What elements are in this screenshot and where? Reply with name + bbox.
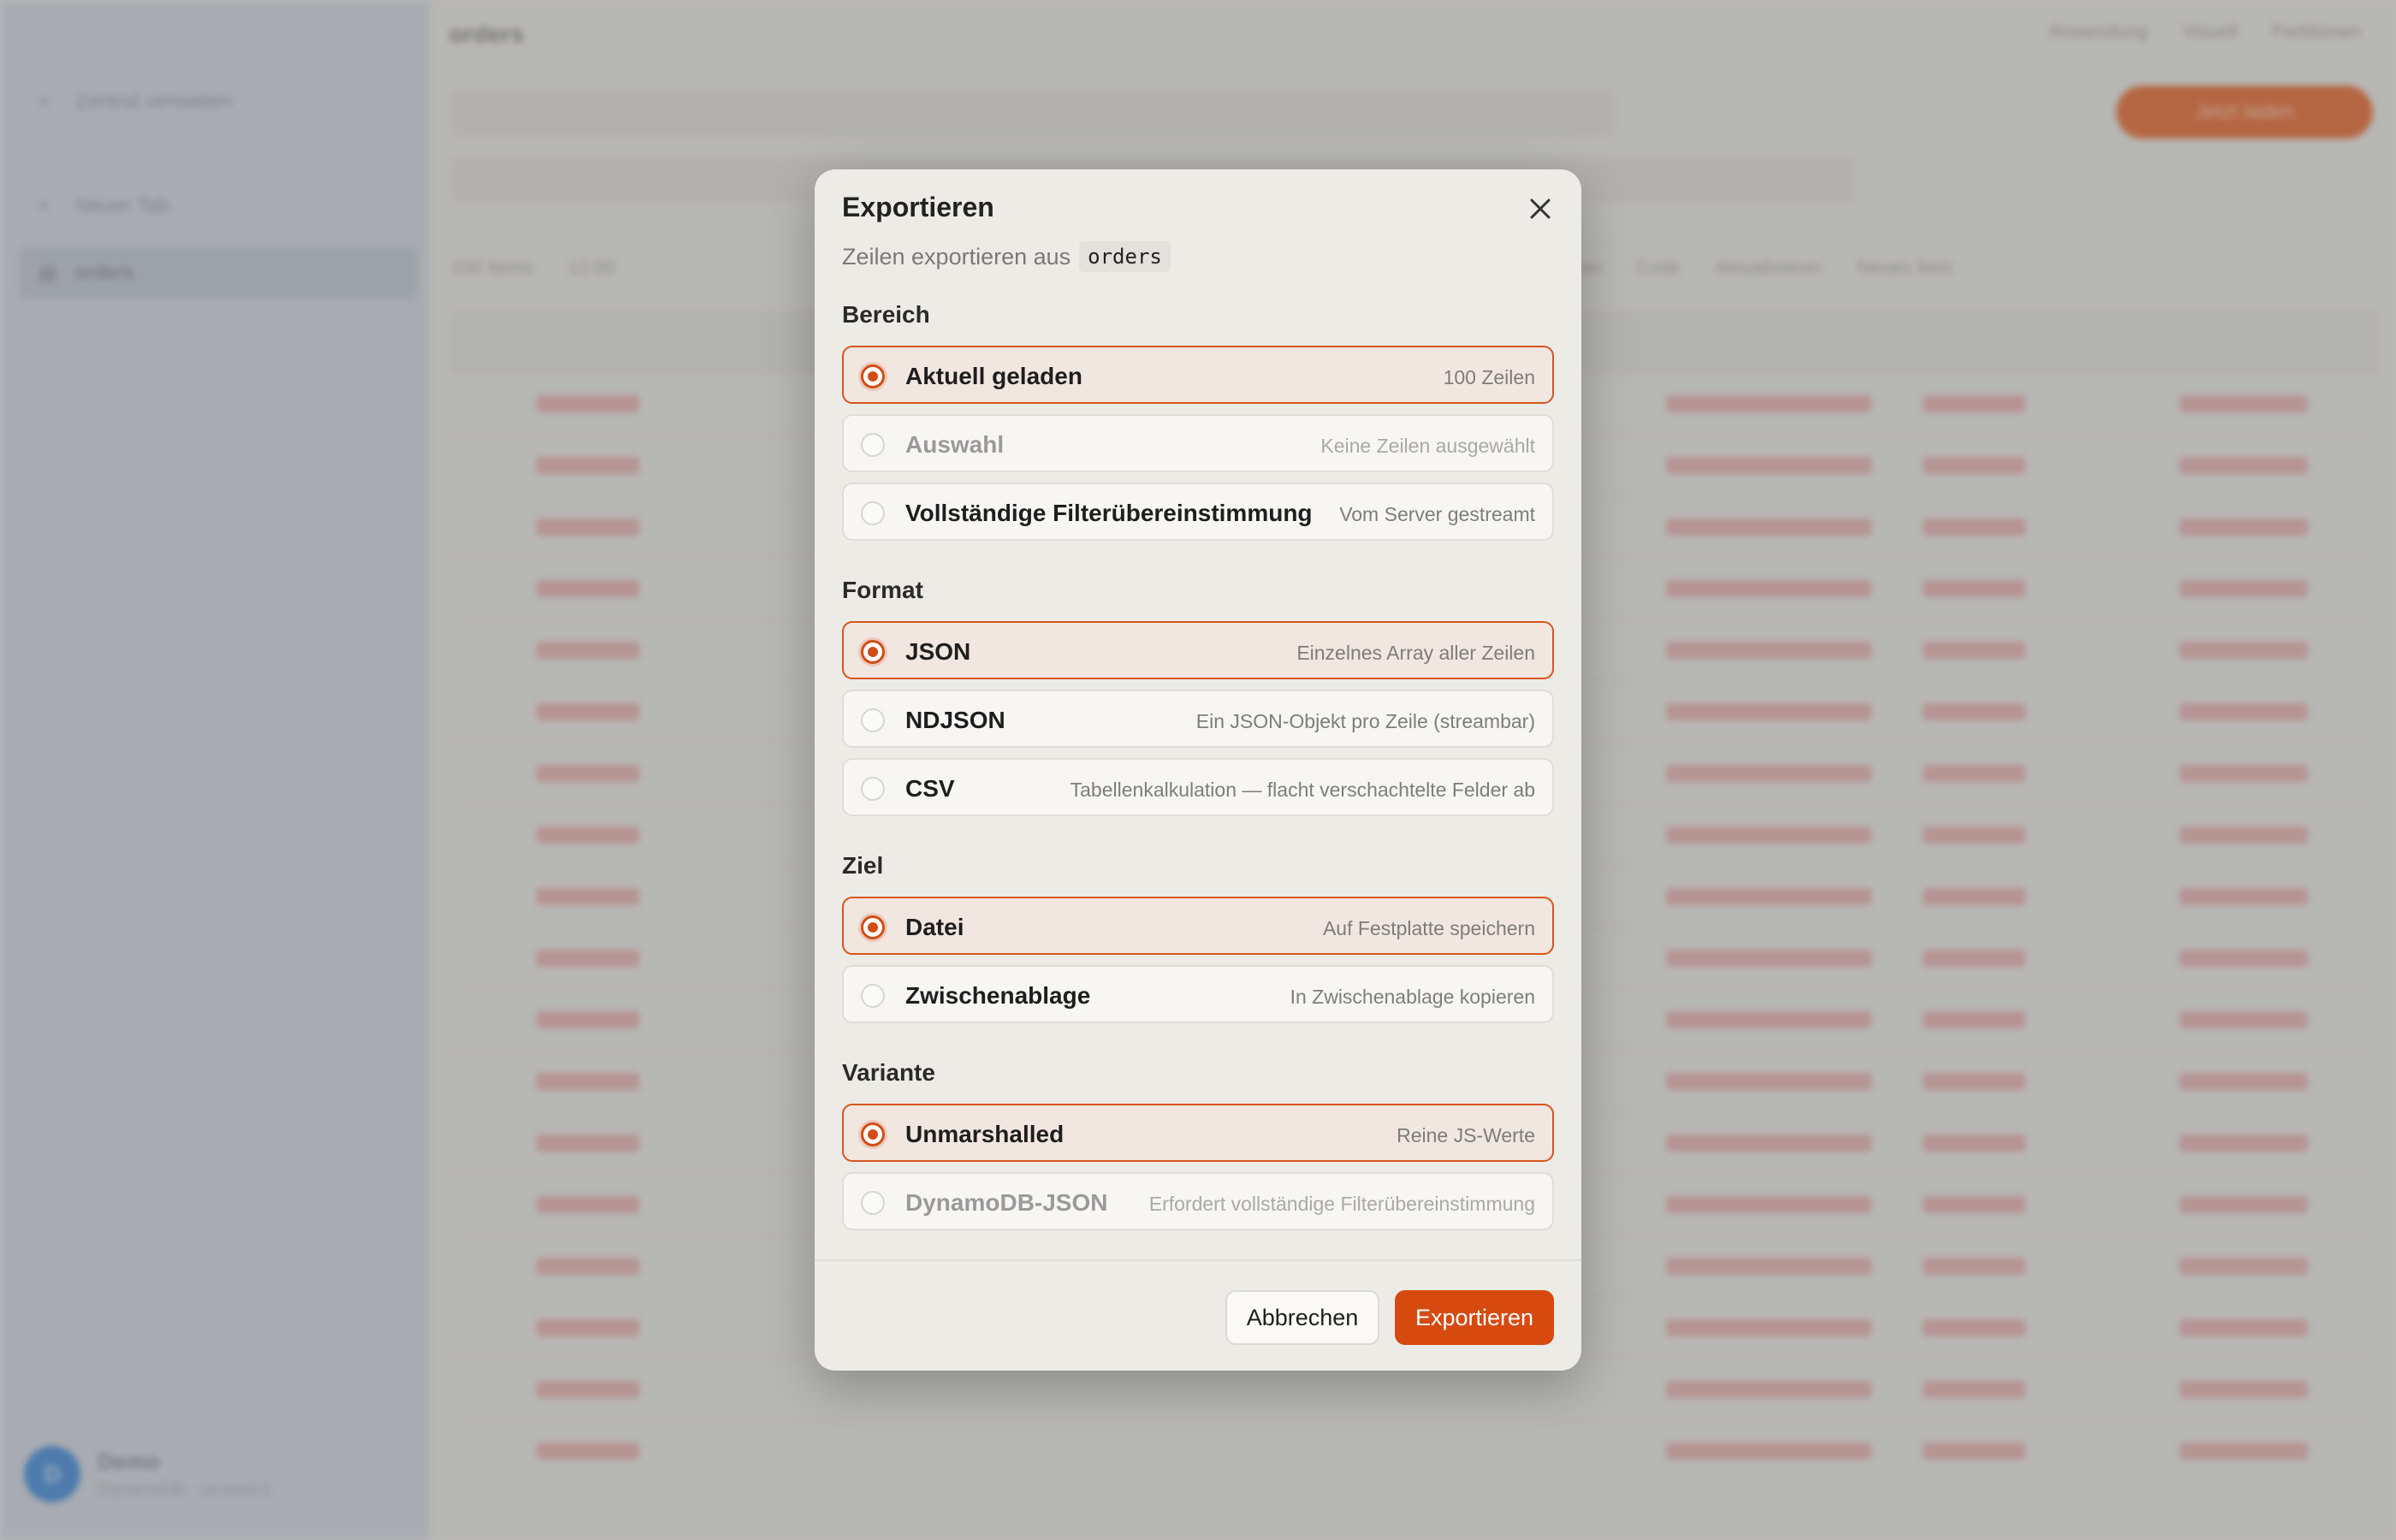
section-label-format: Format	[842, 577, 923, 603]
radio-icon	[861, 433, 885, 457]
dialog-subtitle: Zeilen exportieren aus orders	[842, 241, 1171, 272]
radio-icon	[861, 640, 885, 664]
option-hint: Auf Festplatte speichern	[1322, 917, 1535, 939]
radio-icon	[861, 984, 885, 1008]
option-label: DynamoDB-JSON	[905, 1189, 1108, 1216]
option-label: Zwischenablage	[905, 982, 1091, 1009]
option-target-file[interactable]: Datei Auf Festplatte speichern	[842, 897, 1554, 955]
radio-icon	[861, 777, 885, 801]
export-dialog: Exportieren Zeilen exportieren aus order…	[815, 169, 1581, 1371]
radio-icon	[861, 915, 885, 939]
option-range-selection: Auswahl Keine Zeilen ausgewählt	[842, 414, 1554, 472]
option-variant-unmarshalled[interactable]: Unmarshalled Reine JS-Werte	[842, 1104, 1554, 1162]
option-label: CSV	[905, 775, 955, 802]
option-hint: Keine Zeilen ausgewählt	[1320, 435, 1535, 457]
option-target-clipboard[interactable]: Zwischenablage In Zwischenablage kopiere…	[842, 965, 1554, 1023]
option-hint: 100 Zeilen	[1443, 366, 1535, 388]
section-label-variant: Variante	[842, 1059, 935, 1086]
dialog-title: Exportieren	[842, 192, 994, 222]
cancel-button[interactable]: Abbrechen	[1225, 1290, 1379, 1345]
option-hint: In Zwischenablage kopieren	[1290, 986, 1535, 1008]
export-button[interactable]: Exportieren	[1395, 1290, 1554, 1345]
option-label: Datei	[905, 914, 964, 940]
option-label: Unmarshalled	[905, 1121, 1065, 1147]
option-format-ndjson[interactable]: NDJSON Ein JSON-Objekt pro Zeile (stream…	[842, 690, 1554, 748]
section-label-target: Ziel	[842, 852, 884, 879]
option-hint: Reine JS-Werte	[1397, 1124, 1535, 1146]
option-label: Vollständige Filterübereinstimmung	[905, 500, 1313, 526]
option-label: NDJSON	[905, 707, 1005, 733]
close-button[interactable]	[1525, 193, 1556, 224]
option-format-json[interactable]: JSON Einzelnes Array aller Zeilen	[842, 621, 1554, 679]
section-label-range: Bereich	[842, 301, 930, 328]
subtitle-text: Zeilen exportieren aus	[842, 243, 1071, 270]
radio-icon	[861, 1122, 885, 1146]
radio-icon	[861, 501, 885, 525]
option-range-loaded[interactable]: Aktuell geladen 100 Zeilen	[842, 346, 1554, 404]
option-range-full-filter[interactable]: Vollständige Filterübereinstimmung Vom S…	[842, 483, 1554, 541]
close-icon	[1530, 198, 1551, 219]
option-label: Aktuell geladen	[905, 363, 1082, 389]
option-format-csv[interactable]: CSV Tabellenkalkulation — flacht verscha…	[842, 758, 1554, 816]
radio-icon	[861, 364, 885, 388]
option-hint: Vom Server gestreamt	[1339, 503, 1535, 525]
radio-icon	[861, 1191, 885, 1215]
option-label: Auswahl	[905, 431, 1005, 458]
option-hint: Erfordert vollständige Filterübereinstim…	[1148, 1193, 1535, 1215]
table-name: orders	[1079, 241, 1171, 272]
radio-icon	[861, 708, 885, 732]
footer-divider	[815, 1259, 1581, 1261]
option-variant-dynamodb-json: DynamoDB-JSON Erfordert vollständige Fil…	[842, 1172, 1554, 1230]
option-label: JSON	[905, 638, 971, 665]
option-hint: Ein JSON-Objekt pro Zeile (streambar)	[1195, 710, 1535, 732]
option-hint: Einzelnes Array aller Zeilen	[1296, 642, 1535, 664]
option-hint: Tabellenkalkulation — flacht verschachte…	[1070, 779, 1535, 801]
